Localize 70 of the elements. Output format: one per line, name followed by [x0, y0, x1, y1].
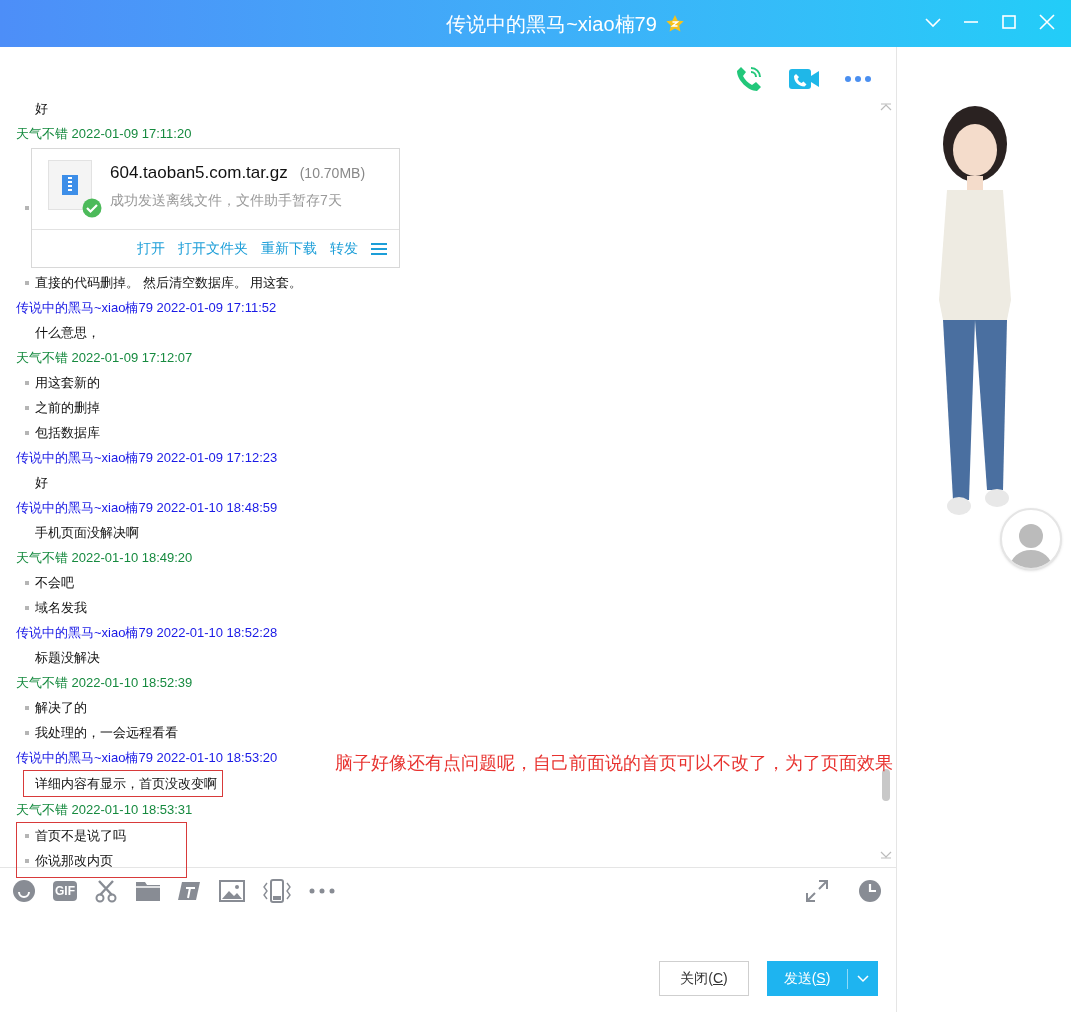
document-icon[interactable] [178, 880, 202, 902]
avatar[interactable] [1000, 508, 1062, 570]
close-button[interactable]: 关闭(C) [659, 961, 749, 996]
message-text: 域名发我 [35, 599, 87, 617]
message-text: 首页不是说了吗 [35, 827, 126, 845]
bullet [25, 280, 29, 285]
bullet [25, 833, 29, 838]
sender-timestamp: 天气不错 2022-01-10 18:53:31 [16, 801, 193, 819]
emoji-icon[interactable] [12, 879, 36, 903]
message-text: 包括数据库 [35, 424, 100, 442]
bullet [25, 580, 29, 585]
image-icon[interactable] [219, 880, 245, 902]
video-call-icon[interactable] [788, 66, 820, 92]
phone-icon[interactable] [734, 64, 764, 94]
bullet [25, 705, 29, 710]
sender-timestamp: 天气不错 2022-01-10 18:49:20 [16, 549, 193, 567]
scissors-icon[interactable] [94, 879, 118, 903]
clock-icon[interactable] [858, 879, 882, 903]
folder-icon[interactable] [135, 880, 161, 902]
bullet [25, 858, 29, 863]
sender-timestamp: 传说中的黑马~xiao楠79 2022-01-10 18:53:20 [16, 749, 278, 767]
archive-file-icon [48, 160, 102, 218]
message-text: 好 [35, 474, 48, 492]
message-text: 不会吧 [35, 574, 74, 592]
bullet [25, 730, 29, 735]
bullet [25, 206, 29, 210]
send-button[interactable]: 发送(S) [767, 961, 847, 996]
file-action-link[interactable]: 打开文件夹 [178, 238, 248, 259]
file-name: 604.taoban5.com.tar.gz [110, 162, 288, 184]
message-text: 解决了的 [35, 699, 87, 717]
vibrate-phone-icon[interactable] [262, 879, 292, 903]
file-status: 成功发送离线文件，文件助手暂存7天 [110, 190, 343, 210]
bullet [25, 430, 29, 435]
message-text: 手机页面没解决啊 [35, 524, 139, 542]
file-size: (10.70MB) [299, 164, 366, 183]
window-title: 传说中的黑马~xiao楠79 [446, 11, 657, 37]
message-text: 标题没解决 [35, 649, 100, 667]
close-icon[interactable] [1037, 12, 1057, 32]
more-icon[interactable] [844, 75, 872, 83]
sender-timestamp: 天气不错 2022-01-09 17:11:20 [16, 125, 192, 143]
scroll-bottom-icon[interactable] [880, 851, 892, 859]
message-text: 我处理的，一会远程看看 [35, 724, 178, 742]
expand-icon[interactable] [805, 879, 829, 903]
message-text: 好 [35, 100, 48, 118]
bullet [25, 605, 29, 610]
more-icon[interactable] [309, 888, 335, 894]
bullet [25, 405, 29, 410]
gif-button[interactable]: GIF [53, 881, 77, 901]
caret-icon[interactable] [857, 974, 869, 983]
file-action-link[interactable]: 重新下载 [261, 238, 317, 259]
message-text: 之前的删掉 [35, 399, 100, 417]
sender-timestamp: 传说中的黑马~xiao楠79 2022-01-10 18:52:28 [16, 624, 278, 642]
annotation-text: 脑子好像还有点问题呢，自己前面说的首页可以不改了，为了页面效果 [335, 752, 893, 775]
sender-timestamp: 传说中的黑马~xiao楠79 2022-01-09 17:12:23 [16, 449, 278, 467]
vip-star-icon [664, 13, 685, 34]
maximize-icon[interactable] [999, 12, 1019, 32]
message-text: 你说那改内页 [35, 852, 113, 870]
scroll-top-icon[interactable] [880, 103, 892, 111]
menu-icon[interactable] [371, 241, 387, 256]
file-action-link[interactable]: 打开 [137, 238, 165, 259]
message-text: 详细内容有显示，首页没改变啊 [35, 775, 217, 793]
message-text: 直接的代码删掉。 然后清空数据库。 用这套。 [35, 274, 303, 292]
message-text: 用这套新的 [35, 374, 100, 392]
file-action-link[interactable]: 转发 [330, 238, 358, 259]
sender-timestamp: 天气不错 2022-01-10 18:52:39 [16, 674, 193, 692]
sender-timestamp: 传说中的黑马~xiao楠79 2022-01-10 18:48:59 [16, 499, 278, 517]
bullet [25, 380, 29, 385]
message-text: 什么意思， [35, 324, 100, 342]
sender-timestamp: 天气不错 2022-01-09 17:12:07 [16, 349, 193, 367]
sender-timestamp: 传说中的黑马~xiao楠79 2022-01-09 17:11:52 [16, 299, 277, 317]
